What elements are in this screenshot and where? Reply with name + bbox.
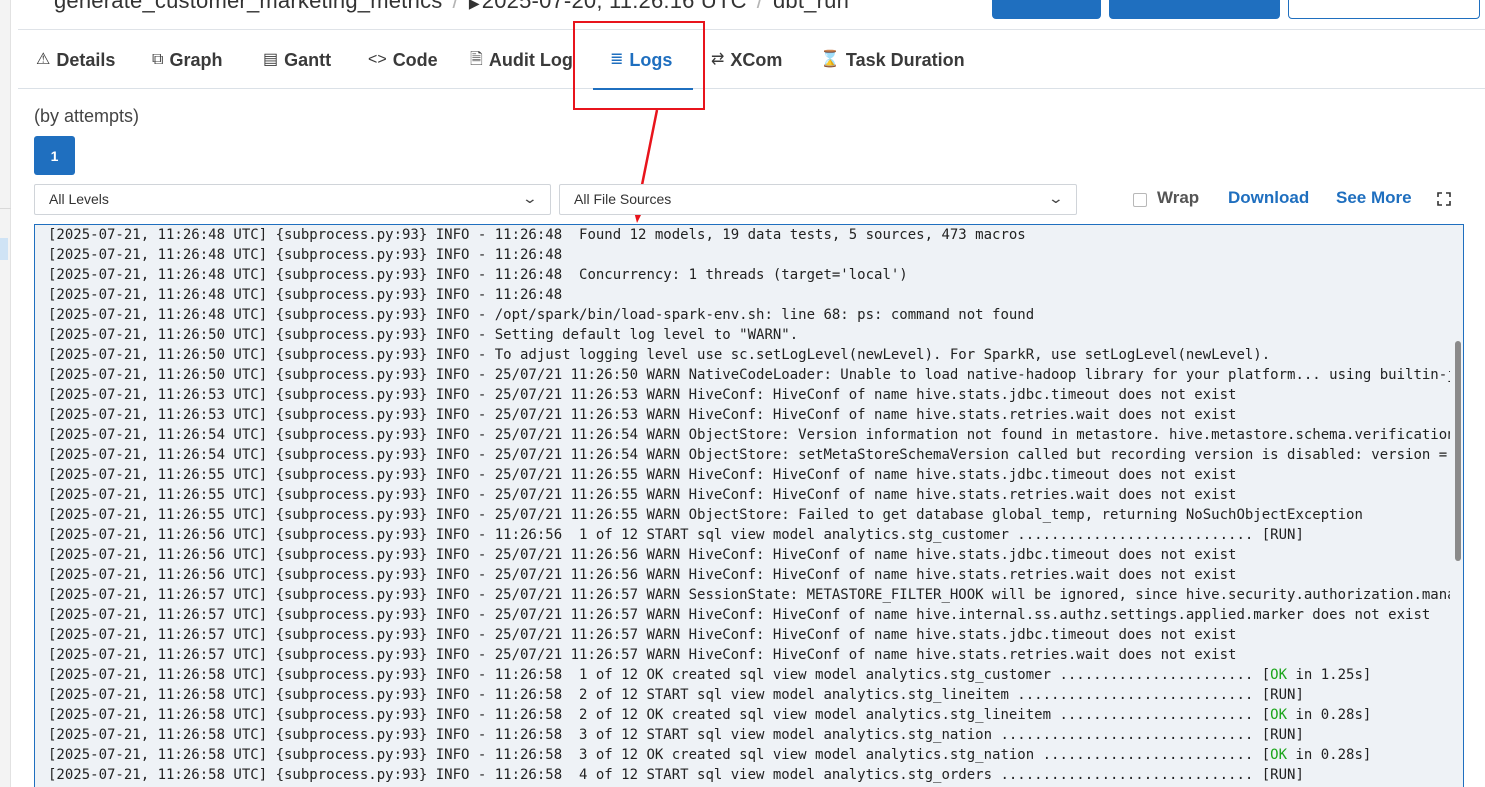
log-line: [2025-07-21, 11:26:53 UTC] {subprocess.p… <box>48 387 1237 403</box>
tab-code[interactable]: <> Code <box>368 49 438 81</box>
log-line: [2025-07-21, 11:26:56 UTC] {subprocess.p… <box>48 547 1237 563</box>
log-line: [2025-07-21, 11:26:58 UTC] {subprocess.p… <box>48 747 1372 763</box>
log-lines: [2025-07-21, 11:26:48 UTC] {subprocess.p… <box>48 225 1450 785</box>
tab-xcom[interactable]: ⇄ XCom <box>711 49 782 81</box>
breadcrumb-dag[interactable]: generate_customer_marketing_metrics <box>54 0 443 13</box>
tab-label: Task Duration <box>845 50 965 70</box>
hourglass-icon: ⌛ <box>820 51 840 68</box>
chevron-down-icon: ⌄ <box>521 190 539 206</box>
file-source-value: All File Sources <box>574 191 672 207</box>
log-line: [2025-07-21, 11:26:55 UTC] {subprocess.p… <box>48 507 1363 523</box>
log-line: [2025-07-21, 11:26:58 UTC] {subprocess.p… <box>48 767 1304 783</box>
log-level-value: All Levels <box>49 191 109 207</box>
log-line: [2025-07-21, 11:26:50 UTC] {subprocess.p… <box>48 327 799 343</box>
log-line: [2025-07-21, 11:26:54 UTC] {subprocess.p… <box>48 427 1450 443</box>
log-line: [2025-07-21, 11:26:58 UTC] {subprocess.p… <box>48 687 1304 703</box>
wrap-checkbox[interactable] <box>1133 193 1147 207</box>
wrap-label: Wrap <box>1157 188 1200 207</box>
log-viewer[interactable]: [2025-07-21, 11:26:48 UTC] {subprocess.p… <box>34 224 1464 787</box>
breadcrumb-task[interactable]: dbt_run <box>773 0 849 13</box>
exchange-icon: ⇄ <box>711 51 725 68</box>
tab-audit-log[interactable]: 🗎 Audit Log <box>470 49 587 81</box>
tab-label: Details <box>56 50 116 70</box>
header-action-button-2[interactable] <box>1109 0 1280 19</box>
log-line: [2025-07-21, 11:26:50 UTC] {subprocess.p… <box>48 347 1271 363</box>
fullscreen-icon[interactable] <box>1436 191 1452 207</box>
ok-status: OK <box>1270 707 1288 723</box>
annotation-highlight-box <box>573 21 705 110</box>
play-icon: ▶ <box>468 0 480 11</box>
breadcrumb-separator: / <box>452 0 459 13</box>
see-more-link[interactable]: See More <box>1336 188 1412 208</box>
audit-log-icon: 🗎 <box>470 51 483 68</box>
download-link[interactable]: Download <box>1228 188 1309 208</box>
log-line: [2025-07-21, 11:26:55 UTC] {subprocess.p… <box>48 487 1237 503</box>
log-line: [2025-07-21, 11:26:58 UTC] {subprocess.p… <box>48 707 1372 723</box>
log-level-select[interactable]: All Levels ⌄ <box>34 184 551 215</box>
tab-label: Graph <box>169 50 223 70</box>
log-line: [2025-07-21, 11:26:48 UTC] {subprocess.p… <box>48 247 563 263</box>
file-source-select[interactable]: All File Sources ⌄ <box>559 184 1077 215</box>
log-line: [2025-07-21, 11:26:54 UTC] {subprocess.p… <box>48 447 1448 463</box>
log-line: [2025-07-21, 11:26:58 UTC] {subprocess.p… <box>48 667 1372 683</box>
log-line: [2025-07-21, 11:26:55 UTC] {subprocess.p… <box>48 467 1237 483</box>
log-line: [2025-07-21, 11:26:50 UTC] {subprocess.p… <box>48 367 1450 383</box>
header-action-button-3[interactable] <box>1288 0 1480 19</box>
breadcrumb-separator: / <box>756 0 763 13</box>
breadcrumb: generate_customer_marketing_metrics / ▶202… <box>54 0 849 14</box>
tab-details[interactable]: ⚠ Details <box>36 49 115 81</box>
log-line: [2025-07-21, 11:26:48 UTC] {subprocess.p… <box>48 307 1035 323</box>
log-line: [2025-07-21, 11:26:56 UTC] {subprocess.p… <box>48 527 1304 543</box>
ok-status: OK <box>1270 667 1288 683</box>
tab-label: Audit Log <box>488 50 573 70</box>
tab-gantt[interactable]: ▤ Gantt <box>263 49 331 81</box>
task-tabs: ⚠ Details ⧉ Graph ▤ Gantt <> Code 🗎 Audit Log… <box>18 30 1485 89</box>
log-line: [2025-07-21, 11:26:57 UTC] {subprocess.p… <box>48 607 1431 623</box>
warning-icon: ⚠ <box>36 51 51 68</box>
log-line: [2025-07-21, 11:26:48 UTC] {subprocess.p… <box>48 267 908 283</box>
tab-label: Code <box>392 50 438 70</box>
log-line: [2025-07-21, 11:26:48 UTC] {subprocess.p… <box>48 227 1026 243</box>
tab-graph[interactable]: ⧉ Graph <box>152 49 222 81</box>
left-sidebar-edge <box>0 0 11 787</box>
tab-task-duration[interactable]: ⌛ Task Duration <box>820 49 965 81</box>
graph-icon: ⧉ <box>152 51 164 68</box>
log-line: [2025-07-21, 11:26:48 UTC] {subprocess.p… <box>48 287 563 303</box>
tab-label: XCom <box>730 50 783 70</box>
gantt-icon: ▤ <box>263 51 279 68</box>
attempt-1-button[interactable]: 1 <box>34 136 75 175</box>
breadcrumb-run[interactable]: 2025-07-20, 11:26:16 UTC <box>482 0 747 13</box>
log-scrollbar[interactable] <box>1455 341 1461 561</box>
tab-label: Gantt <box>284 50 332 70</box>
ok-status: OK <box>1270 747 1288 763</box>
attempts-label: (by attempts) <box>34 106 140 126</box>
sidebar-divider <box>0 208 11 209</box>
sidebar-selected-marker <box>0 238 8 260</box>
log-line: [2025-07-21, 11:26:53 UTC] {subprocess.p… <box>48 407 1237 423</box>
header-action-button-1[interactable] <box>992 0 1101 19</box>
log-line: [2025-07-21, 11:26:57 UTC] {subprocess.p… <box>48 587 1450 603</box>
log-line: [2025-07-21, 11:26:57 UTC] {subprocess.p… <box>48 627 1237 643</box>
chevron-down-icon: ⌄ <box>1047 190 1065 206</box>
log-line: [2025-07-21, 11:26:56 UTC] {subprocess.p… <box>48 567 1237 583</box>
log-line: [2025-07-21, 11:26:57 UTC] {subprocess.p… <box>48 647 1237 663</box>
log-line: [2025-07-21, 11:26:58 UTC] {subprocess.p… <box>48 727 1304 743</box>
code-icon: <> <box>368 51 387 68</box>
